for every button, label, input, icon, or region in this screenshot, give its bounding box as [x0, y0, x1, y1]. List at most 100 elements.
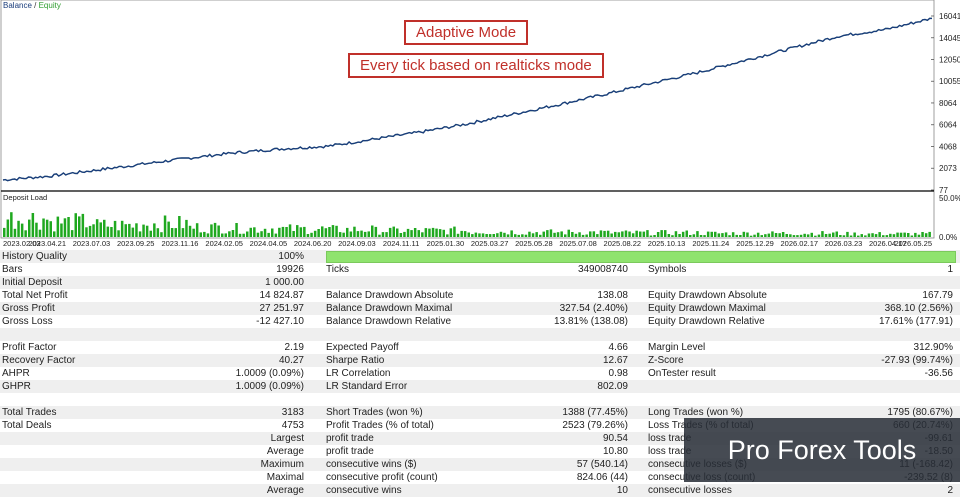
deposit-load-bar: [803, 233, 806, 237]
deposit-load-bar: [810, 232, 813, 237]
deposit-load-bar: [85, 227, 88, 237]
deposit-load-bar: [496, 233, 499, 237]
deposit-load-bar: [735, 234, 738, 237]
report-value: 1: [947, 264, 953, 275]
report-value: 167.79: [922, 290, 953, 301]
deposit-load-bar: [260, 231, 263, 237]
deposit-load-bar: [317, 229, 320, 237]
history-quality-bar: [326, 251, 956, 263]
deposit-load-bar: [338, 232, 342, 237]
deposit-load-bar: [335, 225, 338, 237]
deposit-load-bar: [35, 222, 38, 237]
deposit-load-bar: [217, 225, 220, 237]
deposit-load-bar: [321, 226, 324, 237]
deposit-load-bar: [145, 225, 149, 237]
deposit-load-bar: [610, 233, 613, 237]
deposit-load-bar: [210, 224, 213, 237]
deposit-load-bar: [424, 228, 428, 237]
watermark: Pro Forex Tools: [684, 418, 960, 482]
deposit-load-bar: [24, 230, 27, 237]
deposit-load-bar: [746, 232, 749, 237]
deposit-load-bar: [592, 231, 596, 237]
deposit-load-bar: [653, 235, 656, 237]
deposit-load-bar: [99, 222, 102, 237]
x-tick-label: 2023.04.21: [28, 239, 66, 248]
report-value: 802.09: [597, 381, 628, 392]
deposit-load-bar: [756, 232, 760, 237]
report-value: 100%: [278, 251, 304, 262]
x-tick-label: 2023.11.16: [161, 239, 198, 248]
deposit-load-bar: [221, 233, 224, 237]
deposit-load-bar: [853, 232, 856, 237]
deposit-load-bar: [153, 223, 156, 237]
y-tick-label: 8064: [939, 99, 957, 108]
x-tick-label: 2025.03.27: [471, 239, 509, 248]
deposit-load-bar: [199, 232, 202, 237]
deposit-load-bar: [428, 228, 431, 237]
deposit-load-bar: [571, 232, 574, 237]
annotation-mode: Adaptive Mode: [404, 20, 529, 45]
deposit-load-bar: [342, 232, 345, 237]
deposit-load-bar: [546, 230, 549, 237]
deposit-load-bar: [621, 231, 624, 237]
deposit-load-bar: [792, 235, 796, 237]
deposit-load-bar: [228, 231, 231, 237]
deposit-load-bar: [349, 231, 353, 237]
deposit-load-bar: [117, 230, 120, 237]
deposit-load-bar: [81, 213, 85, 237]
deposit-load-bar: [163, 215, 167, 237]
deposit-load-bar: [603, 230, 606, 237]
deposit-load-bar: [671, 235, 674, 237]
deposit-load-bar: [203, 231, 206, 237]
report-value: 4.66: [608, 342, 628, 353]
deposit-load-bar: [231, 230, 235, 237]
deposit-load-bar: [178, 216, 181, 237]
deposit-load-bar: [928, 231, 931, 237]
deposit-load-bar: [13, 228, 17, 237]
deposit-load-bar: [742, 231, 746, 237]
deposit-load-bar: [685, 230, 688, 237]
deposit-load-bar: [824, 234, 828, 237]
deposit-load-bar: [646, 230, 649, 237]
deposit-load-bar: [842, 235, 846, 237]
deposit-load-bar: [589, 231, 592, 237]
deposit-load-bar: [553, 232, 556, 237]
chart-legend: Balance / Equity: [3, 1, 61, 10]
deposit-load-bar: [506, 234, 510, 237]
deposit-load-bar: [510, 230, 513, 237]
deposit-load-bar: [328, 227, 331, 237]
deposit-load-bar: [49, 221, 52, 237]
report-row: Profit Factor 2.19 Expected Payoff 4.66 Marg…: [0, 341, 960, 354]
deposit-load-bar: [806, 234, 810, 237]
report-value: 3183: [281, 407, 304, 418]
deposit-load-bar: [56, 216, 60, 237]
deposit-load-bar: [256, 232, 260, 237]
y-tick-label: 6064: [939, 121, 957, 130]
deposit-load-bar: [253, 227, 256, 237]
deposit-load-bar: [667, 234, 671, 237]
x-tick-label: 2025.07.08: [559, 239, 597, 248]
legend-equity: Equity: [38, 1, 61, 10]
deposit-load-bar: [517, 234, 520, 237]
deposit-load-bar: [92, 224, 95, 237]
deposit-load-bar: [924, 233, 928, 237]
x-tick-label: 2025.05.28: [515, 239, 553, 248]
deposit-load-bar: [388, 227, 392, 237]
x-tick-label: 2024.06.20: [294, 239, 332, 248]
deposit-load-bar: [371, 225, 374, 237]
deposit-load-bar: [778, 233, 781, 237]
deposit-load-bar: [170, 228, 174, 237]
deposit-load-bar: [267, 232, 270, 237]
deposit-load-bar: [874, 234, 878, 237]
report-row: Average consecutive wins 10 consecutive los…: [0, 484, 960, 497]
deposit-load-bar: [681, 231, 685, 237]
deposit-load-bar: [360, 230, 363, 237]
deposit-load-bar: [381, 232, 385, 237]
deposit-load-bar: [378, 234, 381, 237]
deposit-load-bar: [910, 235, 914, 237]
deposit-load-bar: [581, 234, 585, 237]
deposit-load-bar: [892, 234, 896, 237]
report-row: [0, 328, 960, 341]
deposit-load-bar: [67, 217, 70, 237]
report-row: History Quality 100%: [0, 250, 960, 263]
